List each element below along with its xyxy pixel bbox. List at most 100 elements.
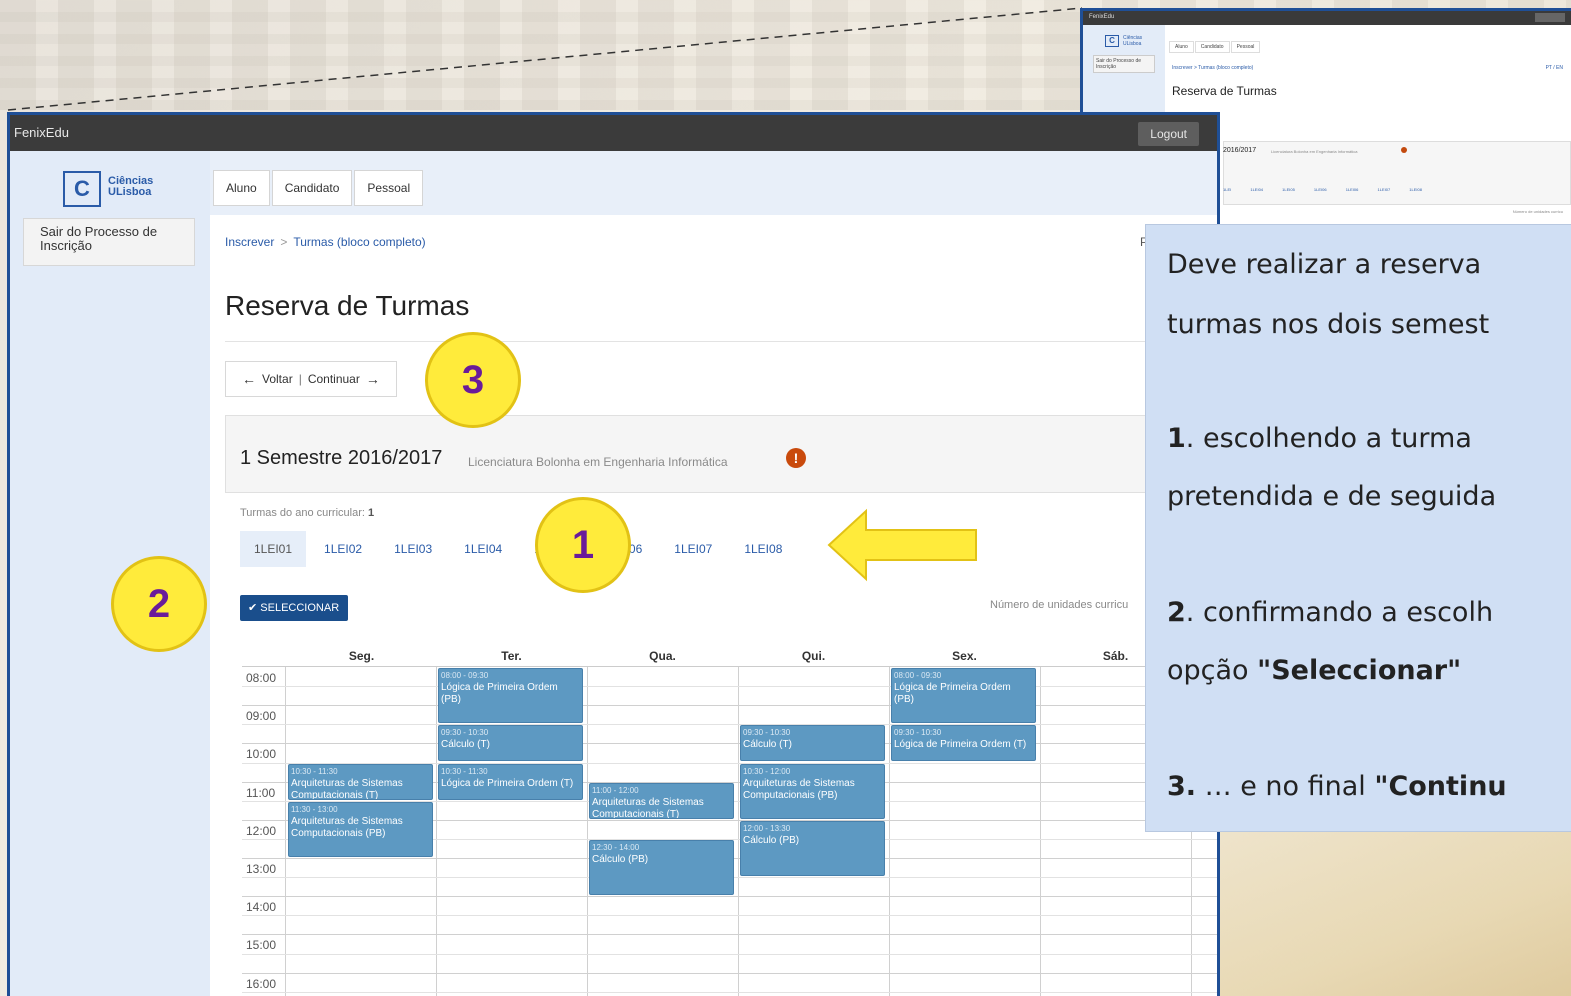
event-name: Arquiteturas de Sistemas Computacionais … — [291, 777, 403, 800]
continue-button[interactable]: Continuar — [308, 372, 360, 386]
semester-subtitle: Licenciatura Bolonha em Engenharia Infor… — [468, 455, 728, 469]
turma-tab-1lei02[interactable]: 1LEI02 — [310, 531, 376, 567]
event-time: 10:30 - 11:30 — [441, 766, 488, 776]
ciencias-logo-icon: C — [63, 171, 101, 207]
thumb-breadcrumb: Inscrever > Turmas (bloco completo) — [1172, 65, 1254, 71]
logo-line2: ULisboa — [108, 186, 152, 198]
arrow-left-icon: ← — [242, 371, 256, 387]
turma-tab-1lei04[interactable]: 1LEI04 — [450, 531, 516, 567]
hour-label: 11:00 — [246, 785, 276, 800]
grid-hour-line — [242, 743, 1217, 745]
grid-hour-line — [242, 934, 1217, 936]
event-time: 08:00 - 09:30 — [441, 671, 489, 680]
arrow-right-icon: → — [365, 371, 380, 387]
event-time: 11:30 - 13:00 — [291, 804, 338, 814]
thumb-tab: Candidato — [1194, 41, 1230, 53]
thumb-exit-button: Sair do Processo de Inscrição — [1093, 55, 1155, 73]
turma-tab-1lei01[interactable]: 1LEI01 — [240, 531, 307, 567]
event-time: 09:30 - 10:30 — [441, 728, 489, 738]
arrow-left-pointer-icon — [827, 508, 977, 582]
schedule-event[interactable]: 10:30 - 12:00 Arquiteturas de Sistemas Co… — [740, 763, 885, 819]
event-time: 12:30 - 14:00 — [592, 842, 640, 852]
exit-enrollment-button[interactable]: Sair do Processo de Inscrição — [23, 218, 195, 266]
event-time: 12:00 - 13:30 — [743, 823, 791, 833]
schedule-event[interactable]: 10:30 - 11:30 Lógica de Primeira Ordem (T… — [438, 763, 583, 800]
callout-step2-pre: opção — [1167, 655, 1258, 686]
event-name: Arquiteturas de Sistemas Computacionais … — [592, 796, 704, 819]
grid-hour-line — [242, 972, 1217, 974]
turma-tab-1lei08[interactable]: 1LEI08 — [730, 531, 796, 567]
schedule-event[interactable]: 12:30 - 14:00 Cálculo (PB) — [589, 839, 734, 896]
tab-candidato[interactable]: Candidato — [271, 170, 353, 206]
callout-line1: Deve realizar a reserva — [1167, 249, 1482, 280]
select-button[interactable]: ✔ SELECCIONAR — [240, 595, 349, 621]
schedule-event[interactable]: 12:00 - 13:30 Cálculo (PB) — [740, 820, 885, 877]
event-name: Lógica de Primeira Ordem (PB) — [894, 682, 1011, 705]
thumb-num-units: Número de unidades curricu — [1512, 209, 1563, 214]
schedule-event[interactable]: 08:00 - 09:30 Lógica de Primeira Ordem (P… — [438, 668, 583, 724]
day-header: Ter. — [501, 649, 522, 663]
hour-label: 10:00 — [246, 747, 277, 762]
schedule-event[interactable]: 09:30 - 10:30 Lógica de Primeira Ordem (T… — [891, 725, 1036, 762]
curricular-year-text: Turmas do ano curricular: — [240, 507, 365, 519]
tab-aluno[interactable]: Aluno — [213, 170, 270, 206]
day-header: Seg. — [348, 649, 375, 663]
schedule-event[interactable]: 11:00 - 12:00 Arquiteturas de Sistemas Co… — [589, 782, 734, 819]
logo-text: Ciências ULisboa — [108, 176, 153, 198]
callout-step1-text: . escolhendo a turma — [1185, 423, 1472, 454]
schedule-event[interactable]: 08:00 - 09:30 Lógica de Primeira Ordem (P… — [891, 668, 1036, 724]
grid-column-line — [285, 667, 286, 996]
thumb-tab: Aluno — [1169, 41, 1194, 53]
grid-half-hour-line — [242, 915, 1217, 917]
page-title: Reserva de Turmas — [225, 290, 470, 321]
logout-button[interactable]: Logout — [1138, 122, 1199, 146]
day-header: Qui. — [801, 649, 826, 663]
event-time: 11:00 - 12:00 — [592, 785, 639, 795]
schedule-event[interactable]: 09:30 - 10:30 Cálculo (T) — [438, 725, 583, 762]
turma-tab-1lei07[interactable]: 1LEI07 — [660, 531, 726, 567]
event-name: Cálculo (PB) — [743, 834, 800, 846]
thumb-tabs: Aluno Candidato Pessoal — [1169, 41, 1261, 53]
thumb-semester-subtitle: Licenciatura Bolonha em Engenharia Infor… — [1271, 149, 1358, 154]
thumb-turma-tabs: 1LEI 1LEI04 1LEI05 1LEI06 1LEI06 1LEI07 … — [1223, 187, 1422, 192]
callout-step1-line2: pretendida e de seguida — [1167, 481, 1497, 512]
turma-tabs: 1LEI01 1LEI02 1LEI03 1LEI04 1LEI05 1LEI0… — [240, 531, 800, 567]
grid-column-line — [1040, 667, 1041, 996]
thumb-logo-icon: C — [1105, 35, 1119, 47]
breadcrumb-inscrever[interactable]: Inscrever — [225, 235, 274, 249]
event-name: Cálculo (T) — [441, 739, 490, 751]
breadcrumb-turmas[interactable]: Turmas (bloco completo) — [293, 235, 425, 249]
event-name: Cálculo (T) — [743, 739, 792, 751]
hour-label: 14:00 — [246, 900, 277, 915]
callout-step2-line1: 2. confirmando a escolh — [1167, 597, 1493, 628]
callout-step1-line1: 1. escolhendo a turma — [1167, 423, 1472, 454]
curricular-year-label: Turmas do ano curricular: 1 — [240, 507, 374, 519]
hour-label: 16:00 — [246, 976, 277, 991]
thumb-brand: FenixEdu — [1089, 14, 1115, 20]
event-time: 09:30 - 10:30 — [894, 728, 942, 738]
thumb-logout-button — [1535, 13, 1565, 22]
back-button[interactable]: Voltar — [262, 372, 293, 386]
thumb-semester-title: 2016/2017 — [1223, 147, 1257, 154]
grid-hour-line — [242, 705, 1217, 707]
callout-step3-text: … e no final — [1196, 771, 1375, 802]
schedule-event[interactable]: 11:30 - 13:00 Arquiteturas de Sistemas Co… — [288, 801, 433, 857]
thumb-language: PT / EN — [1545, 65, 1563, 71]
turma-tab-1lei03[interactable]: 1LEI03 — [380, 531, 446, 567]
schedule-event[interactable]: 10:30 - 11:30 Arquiteturas de Sistemas Co… — [288, 763, 433, 800]
event-name: Cálculo (PB) — [592, 853, 649, 865]
warning-icon[interactable]: ! — [786, 448, 806, 468]
day-header: Sex. — [952, 649, 977, 663]
curricular-year-value: 1 — [367, 507, 375, 519]
grid-column-line — [436, 667, 437, 996]
callout-step1-num: 1 — [1167, 423, 1186, 454]
callout-step2-bold: "Seleccionar" — [1257, 655, 1462, 686]
semester-title: 1 Semestre 2016/2017 — [240, 447, 443, 469]
schedule-event[interactable]: 09:30 - 10:30 Cálculo (T) — [740, 725, 885, 762]
grid-half-hour-line — [242, 991, 1217, 993]
event-time: 10:30 - 11:30 — [291, 766, 338, 776]
calendar-grid: 08:00 09:00 10:00 11:00 12:00 13:00 14:00 15:00… — [242, 666, 1217, 996]
tab-pessoal[interactable]: Pessoal — [354, 170, 424, 206]
event-name: Arquiteturas de Sistemas Computacionais … — [743, 777, 855, 801]
callout-step2-text: . confirmando a escolh — [1185, 597, 1494, 628]
